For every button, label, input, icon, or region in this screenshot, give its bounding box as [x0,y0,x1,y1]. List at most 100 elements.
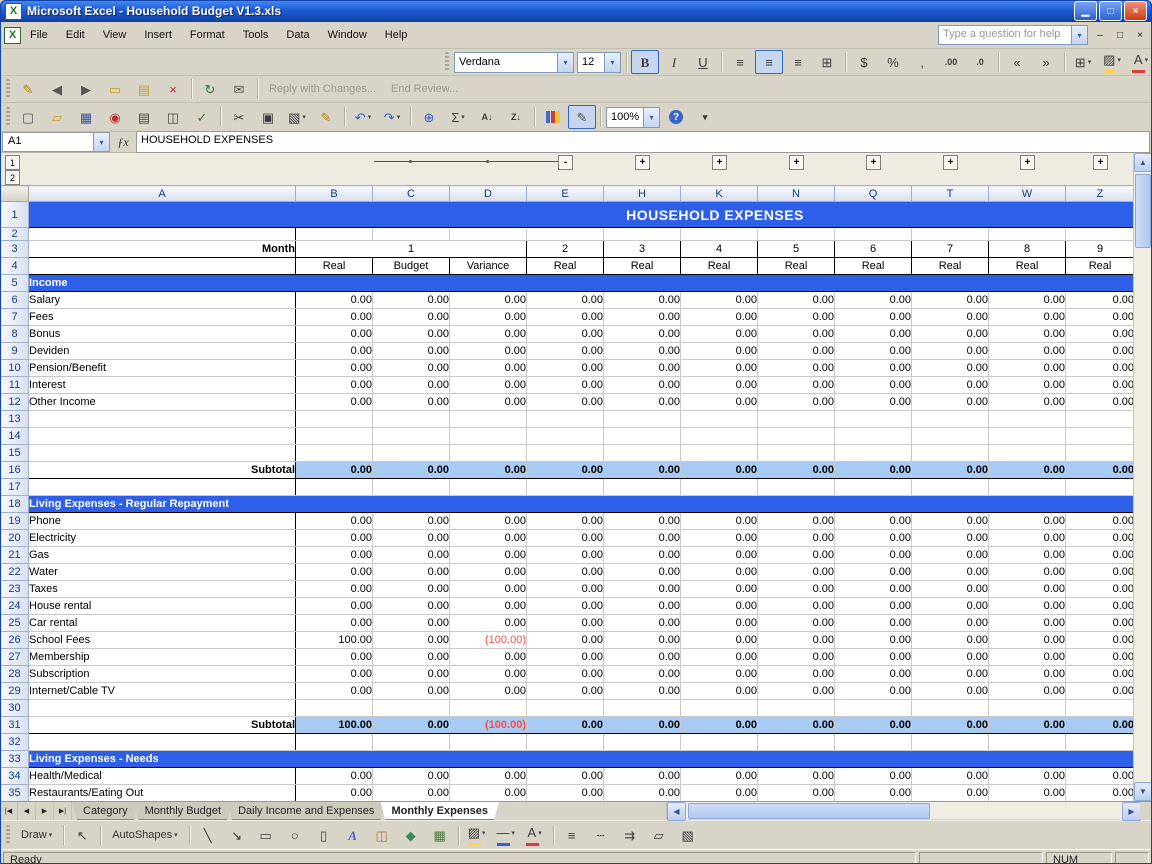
cell-T2[interactable] [911,227,989,241]
cell-B11[interactable]: 0.00 [295,376,373,394]
show-comment-button[interactable]: ▭ [101,77,129,101]
cell-Q13[interactable] [834,410,912,428]
column-header-B[interactable]: B [295,185,373,202]
cell-C35[interactable]: 0.00 [372,784,450,801]
outline-level-2-button[interactable]: 2 [5,170,20,185]
cell-H25[interactable]: 0.00 [603,614,681,632]
cell-Q22[interactable]: 0.00 [834,563,912,581]
cell-K3[interactable]: 4 [680,240,758,258]
row-header-34[interactable]: 34 [0,767,29,785]
cell-N35[interactable]: 0.00 [757,784,835,801]
cell-E22[interactable]: 0.00 [526,563,604,581]
cell-C26[interactable]: 0.00 [372,631,450,649]
cell-E12[interactable]: 0.00 [526,393,604,411]
cell-W7[interactable]: 0.00 [988,308,1066,326]
cell-H22[interactable]: 0.00 [603,563,681,581]
cell-A12[interactable]: Other Income [28,393,296,411]
cell-B8[interactable]: 0.00 [295,325,373,343]
row-header-21[interactable]: 21 [0,546,29,564]
cell-Z25[interactable]: 0.00 [1065,614,1134,632]
cell-Z4[interactable]: Real [1065,257,1134,275]
cell-T15[interactable] [911,444,989,462]
cell-Z23[interactable]: 0.00 [1065,580,1134,598]
formula-input[interactable]: HOUSEHOLD EXPENSES [136,131,1150,153]
sheet-tab-category[interactable]: Category [72,802,139,820]
menu-edit[interactable]: Edit [57,26,94,44]
redo-button[interactable]: ↷ ▾ [378,105,406,129]
cell-A11[interactable]: Interest [28,376,296,394]
name-box[interactable]: A1 ▾ [2,132,110,152]
cell-Q35[interactable]: 0.00 [834,784,912,801]
format-painter-button[interactable]: ✎ [312,105,340,129]
cell-W27[interactable]: 0.00 [988,648,1066,666]
row-header-8[interactable]: 8 [0,325,29,343]
cell-C12[interactable]: 0.00 [372,393,450,411]
cell-N12[interactable]: 0.00 [757,393,835,411]
cell-T16[interactable]: 0.00 [911,461,989,479]
cell-D2[interactable] [449,227,527,241]
cell-Z26[interactable]: 0.00 [1065,631,1134,649]
cell-N14[interactable] [757,427,835,445]
copy-button[interactable]: ▣ [254,105,282,129]
cell-E34[interactable]: 0.00 [526,767,604,785]
cell-N22[interactable]: 0.00 [757,563,835,581]
cell-E2[interactable] [526,227,604,241]
cell-W4[interactable]: Real [988,257,1066,275]
cell-E24[interactable]: 0.00 [526,597,604,615]
cell-B3[interactable]: 1 [295,240,527,258]
cell-H19[interactable]: 0.00 [603,512,681,530]
row-header-9[interactable]: 9 [0,342,29,360]
cell-Q27[interactable]: 0.00 [834,648,912,666]
row-header-10[interactable]: 10 [0,359,29,377]
print-preview-button[interactable]: ◫ [159,105,187,129]
cell-Z30[interactable] [1065,699,1134,717]
oval-button[interactable]: ○ [281,823,309,847]
cell-A20[interactable]: Electricity [28,529,296,547]
column-header-A[interactable]: A [28,185,296,202]
cell-B25[interactable]: 0.00 [295,614,373,632]
line-color-button[interactable]: — ▾ [492,821,520,850]
cell-K12[interactable]: 0.00 [680,393,758,411]
cell-C8[interactable]: 0.00 [372,325,450,343]
minimize-button[interactable]: ▁ [1074,1,1097,21]
toolbar-grip[interactable] [6,79,10,99]
cell-W6[interactable]: 0.00 [988,291,1066,309]
toolbar-grip[interactable] [6,825,10,845]
fill-color-button[interactable]: ▨ ▾ [1098,48,1126,77]
cell-E30[interactable] [526,699,604,717]
cell-H4[interactable]: Real [603,257,681,275]
cell-T8[interactable]: 0.00 [911,325,989,343]
cell-W25[interactable]: 0.00 [988,614,1066,632]
previous-comment-button[interactable]: ◀ [43,77,71,101]
row-header-31[interactable]: 31 [0,716,29,734]
outline-expand-button-5[interactable]: + [943,155,958,170]
cell-W10[interactable]: 0.00 [988,359,1066,377]
cell-B16[interactable]: 0.00 [295,461,373,479]
cell-N20[interactable]: 0.00 [757,529,835,547]
toolbar-grip[interactable] [6,107,10,127]
cell-Q20[interactable]: 0.00 [834,529,912,547]
cell-E27[interactable]: 0.00 [526,648,604,666]
cell-K6[interactable]: 0.00 [680,291,758,309]
cell-D28[interactable]: 0.00 [449,665,527,683]
clip-art-button[interactable]: ◆ [397,823,425,847]
cell-A17[interactable] [28,478,296,496]
scroll-down-button[interactable]: ▼ [1134,782,1152,801]
shadow-style-button[interactable]: ▱ [645,823,673,847]
cell-Q28[interactable]: 0.00 [834,665,912,683]
cell-T13[interactable] [911,410,989,428]
cell-D4[interactable]: Variance [449,257,527,275]
cell-C9[interactable]: 0.00 [372,342,450,360]
column-header-D[interactable]: D [449,185,527,202]
cell-W31[interactable]: 0.00 [988,716,1066,734]
currency-button[interactable]: $ [850,50,878,74]
cell-D31[interactable]: (100.00) [449,716,527,734]
cell-A21[interactable]: Gas [28,546,296,564]
row-header-22[interactable]: 22 [0,563,29,581]
cell-D16[interactable]: 0.00 [449,461,527,479]
cell-E26[interactable]: 0.00 [526,631,604,649]
cell-D26[interactable]: (100.00) [449,631,527,649]
cell-N8[interactable]: 0.00 [757,325,835,343]
undo-button[interactable]: ↶ ▾ [349,105,377,129]
3d-style-button[interactable]: ▧ [674,823,702,847]
